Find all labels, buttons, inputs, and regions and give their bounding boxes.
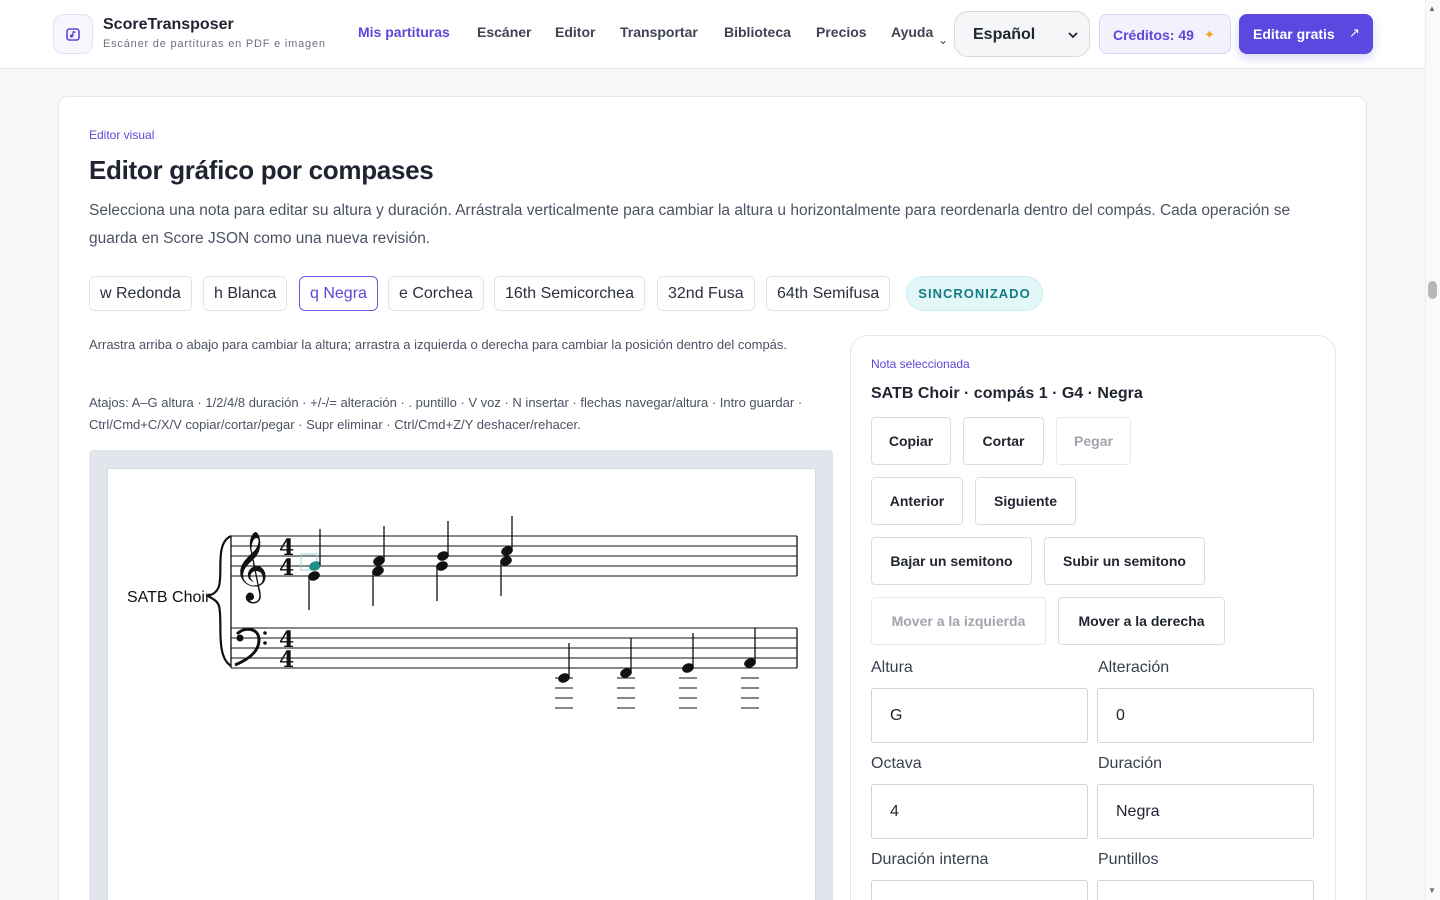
duration-fusa-button[interactable]: 32nd Fusa bbox=[657, 276, 755, 311]
nav-mis-partituras[interactable]: Mis partituras bbox=[358, 24, 450, 40]
svg-text:4: 4 bbox=[279, 555, 294, 581]
treble-chord-beat-1[interactable] bbox=[300, 529, 322, 610]
bass-note-1[interactable] bbox=[555, 643, 573, 709]
selected-note-title: SATB Choir · compás 1 · G4 · Negra bbox=[871, 385, 1143, 402]
page-title: Editor gráfico por compases bbox=[89, 155, 434, 185]
duration-corchea-button[interactable]: e Corchea bbox=[388, 276, 484, 311]
language-select-value: Español bbox=[973, 26, 1036, 43]
arrow-up-right-icon: ↗ bbox=[1349, 25, 1360, 40]
nav-ayuda[interactable]: Ayuda bbox=[891, 24, 933, 40]
copy-button[interactable]: Copiar bbox=[871, 417, 951, 465]
scrollbar-thumb[interactable] bbox=[1428, 281, 1437, 299]
internal-duration-label: Duración interna bbox=[871, 851, 989, 868]
dots-input[interactable] bbox=[1097, 880, 1314, 900]
page-description: Selecciona una nota para editar su altur… bbox=[89, 202, 1291, 247]
system-brace bbox=[205, 534, 232, 667]
bass-note-3[interactable] bbox=[679, 633, 697, 709]
music-note-icon bbox=[66, 28, 80, 41]
credits-button[interactable]: Créditos: 49 ✦ bbox=[1099, 14, 1231, 54]
brand-subtitle: Escáner de partituras en PDF e imagen bbox=[103, 38, 326, 50]
svg-text:4: 4 bbox=[279, 647, 294, 673]
pitch-input[interactable] bbox=[871, 688, 1088, 743]
nav-precios[interactable]: Precios bbox=[816, 24, 867, 40]
internal-duration-input[interactable] bbox=[871, 880, 1088, 900]
edit-free-label: Editar gratis bbox=[1253, 26, 1335, 42]
duration-negra-button[interactable]: q Negra bbox=[299, 276, 378, 311]
semitone-down-button[interactable]: Bajar un semitono bbox=[871, 537, 1032, 585]
panel-eyebrow: Nota seleccionada bbox=[871, 357, 970, 371]
score-notation[interactable]: SATB Choir 𝄞 4 4 4 4 bbox=[107, 468, 816, 900]
nav-editor[interactable]: Editor bbox=[555, 24, 595, 40]
alteration-label: Alteración bbox=[1098, 659, 1170, 676]
scroll-up-icon[interactable]: ▲ bbox=[1428, 4, 1436, 13]
brand-name: ScoreTransposer bbox=[103, 16, 234, 33]
treble-chord-beat-3[interactable] bbox=[435, 521, 450, 601]
treble-clef-icon: 𝄞 bbox=[233, 531, 268, 603]
drag-hint: Arrastra arriba o abajo para cambiar la … bbox=[89, 337, 788, 352]
next-button[interactable]: Siguiente bbox=[975, 477, 1076, 525]
duration-semicorchea-button[interactable]: 16th Semicorchea bbox=[494, 276, 645, 311]
treble-time-signature: 4 4 bbox=[279, 535, 294, 581]
shortcuts-hint: Atajos: A–G altura · 1/2/4/8 duración · … bbox=[89, 395, 803, 432]
move-right-button[interactable]: Mover a la derecha bbox=[1058, 597, 1225, 645]
logo[interactable] bbox=[53, 14, 93, 54]
pitch-label: Altura bbox=[871, 659, 913, 676]
nav-transportar[interactable]: Transportar bbox=[620, 24, 698, 40]
paste-button[interactable]: Pegar bbox=[1056, 417, 1131, 465]
duration-semifusa-button[interactable]: 64th Semifusa bbox=[766, 276, 891, 311]
duration-redonda-button[interactable]: w Redonda bbox=[89, 276, 192, 311]
previous-button[interactable]: Anterior bbox=[871, 477, 963, 525]
chevron-down-icon bbox=[1068, 32, 1078, 39]
sync-status-badge: SINCRONIZADO bbox=[906, 276, 1043, 311]
octave-input[interactable] bbox=[871, 784, 1088, 839]
dots-label: Puntillos bbox=[1098, 851, 1159, 868]
sparkle-icon: ✦ bbox=[1204, 27, 1215, 42]
octave-label: Octava bbox=[871, 755, 922, 772]
duration-select[interactable] bbox=[1097, 784, 1314, 839]
edit-free-button[interactable]: Editar gratis ↗ bbox=[1239, 14, 1373, 54]
credits-label: Créditos: 49 bbox=[1113, 27, 1194, 43]
alteration-input[interactable] bbox=[1097, 688, 1314, 743]
part-name-label: SATB Choir bbox=[127, 589, 211, 606]
duration-label: Duración bbox=[1098, 755, 1163, 772]
duration-blanca-button[interactable]: h Blanca bbox=[203, 276, 288, 311]
bass-clef-icon bbox=[234, 627, 267, 667]
bass-staff bbox=[231, 627, 797, 669]
language-select[interactable]: Español bbox=[954, 11, 1090, 57]
nav-biblioteca[interactable]: Biblioteca bbox=[724, 24, 791, 40]
semitone-up-button[interactable]: Subir un semitono bbox=[1044, 537, 1205, 585]
bass-time-signature: 4 4 bbox=[279, 627, 294, 673]
nav-escaner[interactable]: Escáner bbox=[477, 24, 531, 40]
chevron-down-icon[interactable]: ⌄ bbox=[938, 33, 948, 47]
scrollbar[interactable] bbox=[1425, 0, 1440, 900]
scroll-down-icon[interactable]: ▼ bbox=[1428, 886, 1436, 895]
section-eyebrow: Editor visual bbox=[89, 128, 155, 142]
move-left-button[interactable]: Mover a la izquierda bbox=[871, 597, 1046, 645]
cut-button[interactable]: Cortar bbox=[963, 417, 1044, 465]
